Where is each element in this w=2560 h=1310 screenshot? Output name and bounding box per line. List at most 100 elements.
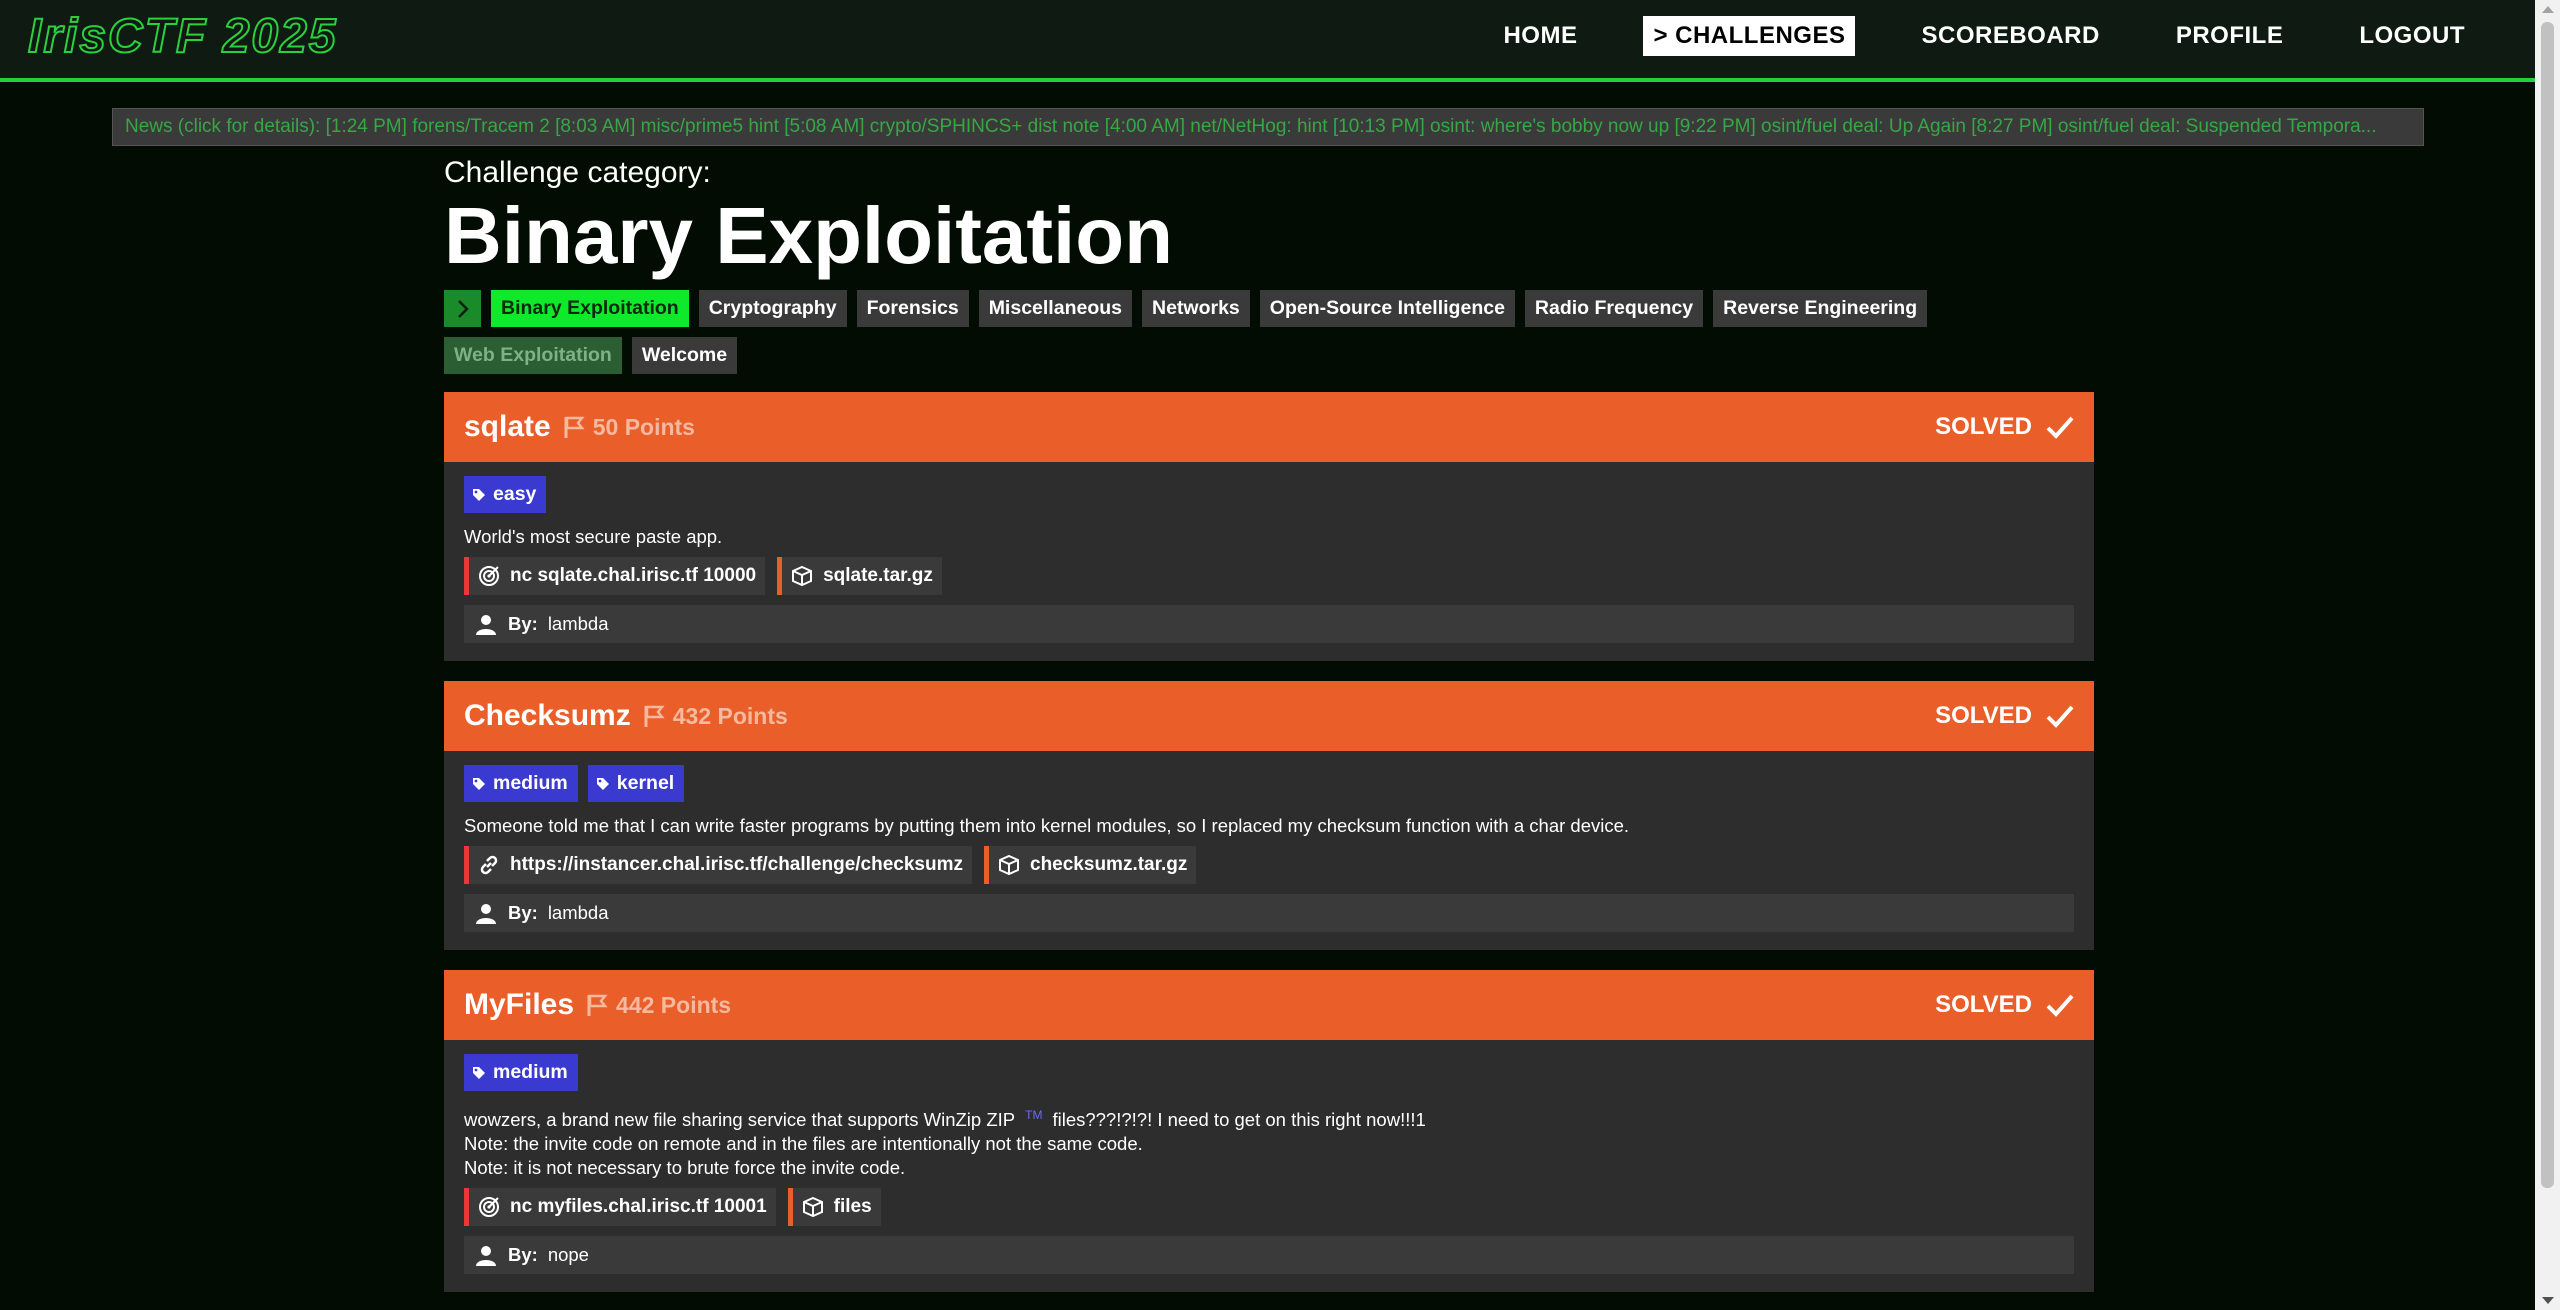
- user-icon: [476, 1246, 496, 1267]
- author-name: lambda: [547, 902, 609, 923]
- download-link[interactable]: sqlate.tar.gz: [777, 557, 942, 595]
- connection-text: nc sqlate.chal.irisc.tf 10000: [510, 565, 757, 586]
- connection-link[interactable]: nc sqlate.chal.irisc.tf 10000: [464, 557, 766, 595]
- checkmark-icon: [2046, 705, 2074, 728]
- challenge-card-sqlate: sqlate 50 Points SOLVED easy World's mos…: [444, 392, 2094, 661]
- connection-link[interactable]: nc myfiles.chal.irisc.tf 10001: [464, 1188, 776, 1227]
- nav-challenges[interactable]: > CHALLENGES: [1643, 16, 1856, 56]
- page-title: Binary Exploitation: [444, 191, 1173, 280]
- nav-profile[interactable]: PROFILE: [2166, 16, 2294, 56]
- solved-status: SOLVED: [1935, 413, 2074, 441]
- note-brute-force: Note: it is not necessary to brute force…: [464, 1157, 906, 1179]
- tag-badge: easy: [464, 476, 547, 513]
- instancer-link[interactable]: https://instancer.chal.irisc.tf/challeng…: [464, 846, 972, 884]
- package-icon: [802, 1197, 823, 1218]
- category-cryptography[interactable]: Cryptography: [698, 290, 847, 327]
- challenge-name: MyFiles: [464, 988, 575, 1021]
- author-row: By: lambda: [464, 605, 2074, 643]
- site-logo[interactable]: IrisCTF 2025: [26, 8, 426, 60]
- category-radio-frequency[interactable]: Radio Frequency: [1524, 290, 1704, 327]
- category-welcome[interactable]: Welcome: [631, 337, 738, 374]
- category-miscellaneous[interactable]: Miscellaneous: [978, 290, 1132, 327]
- scroll-down-arrow-icon[interactable]: [2542, 1297, 2554, 1304]
- flag-icon: [643, 704, 665, 728]
- author-row: By: lambda: [464, 894, 2074, 932]
- checkmark-icon: [2046, 994, 2074, 1017]
- checkmark-icon: [2046, 416, 2074, 439]
- solved-status: SOLVED: [1935, 702, 2074, 730]
- tag-badge: medium: [464, 1054, 578, 1091]
- chevron-right-icon: [457, 299, 469, 318]
- challenge-points: 50 Points: [592, 413, 695, 440]
- category-forensics[interactable]: Forensics: [856, 290, 969, 327]
- description-text-cont: files???!?!?! I need to get on this righ…: [1052, 1109, 1426, 1131]
- category-nav: Binary Exploitation Cryptography Forensi…: [444, 290, 1944, 384]
- user-icon: [476, 904, 496, 924]
- challenge-points: 442 Points: [616, 991, 732, 1018]
- tag-icon: [473, 488, 485, 501]
- category-label: Challenge category:: [444, 156, 711, 189]
- solved-label: SOLVED: [1935, 702, 2032, 729]
- package-icon: [792, 565, 813, 587]
- category-collapse-button[interactable]: [444, 290, 481, 327]
- challenge-name: Checksumz: [464, 699, 631, 732]
- trademark-mark: TM: [1025, 1108, 1043, 1122]
- download-link[interactable]: checksumz.tar.gz: [984, 846, 1197, 884]
- tag-icon: [473, 777, 485, 790]
- download-link[interactable]: files: [787, 1188, 881, 1227]
- news-ticker[interactable]: News (click for details): [1:24 PM] fore…: [112, 108, 2424, 146]
- instancer-text: https://instancer.chal.irisc.tf/challeng…: [510, 854, 963, 875]
- category-networks[interactable]: Networks: [1142, 290, 1250, 327]
- author-label: By:: [508, 613, 538, 634]
- tag-label: medium: [493, 1061, 568, 1083]
- solved-status: SOLVED: [1935, 991, 2074, 1019]
- solved-label: SOLVED: [1935, 991, 2032, 1018]
- tag-label: easy: [493, 483, 537, 505]
- category-binary-exploitation[interactable]: Binary Exploitation: [491, 290, 689, 327]
- download-text: sqlate.tar.gz: [823, 565, 933, 586]
- download-text: files: [833, 1196, 872, 1218]
- nav-logout[interactable]: LOGOUT: [2349, 16, 2475, 56]
- description-text: wowzers, a brand new file sharing servic…: [464, 1109, 1016, 1131]
- main-content: Challenge category: Binary Exploitation …: [444, 156, 2094, 1310]
- download-text: checksumz.tar.gz: [1030, 854, 1188, 875]
- user-icon: [476, 615, 496, 635]
- tag-label: kernel: [616, 772, 675, 794]
- nav-home[interactable]: HOME: [1493, 16, 1587, 56]
- author-label: By:: [508, 1244, 538, 1266]
- challenge-description: World's most secure paste app.: [464, 526, 723, 547]
- connection-text: nc myfiles.chal.irisc.tf 10001: [510, 1196, 767, 1218]
- target-icon: [479, 566, 499, 586]
- category-web-exploitation[interactable]: Web Exploitation: [444, 337, 622, 374]
- scroll-thumb[interactable]: [2541, 22, 2554, 1188]
- author-name: lambda: [547, 613, 609, 634]
- challenge-name: sqlate: [464, 410, 551, 443]
- target-icon: [479, 1197, 499, 1218]
- tag-badge: kernel: [587, 765, 685, 802]
- challenge-card-checksumz: Checksumz 432 Points SOLVED medium kerne…: [444, 681, 2094, 950]
- flag-icon: [563, 415, 585, 439]
- challenge-description: Someone told me that I can write faster …: [464, 815, 1630, 836]
- solved-label: SOLVED: [1935, 413, 2032, 440]
- tag-icon: [596, 777, 609, 790]
- note-invite-code: Note: the invite code on remote and in t…: [464, 1133, 1143, 1155]
- category-osint[interactable]: Open-Source Intelligence: [1259, 290, 1515, 327]
- challenge-header[interactable]: MyFiles 442 Points SOLVED: [444, 970, 2094, 1040]
- tag-badge: medium: [464, 765, 578, 802]
- challenge-header[interactable]: sqlate 50 Points SOLVED: [444, 392, 2094, 462]
- package-icon: [999, 854, 1019, 876]
- author-row: By: nope: [464, 1236, 2074, 1275]
- author-name: nope: [547, 1244, 589, 1266]
- link-icon: [480, 855, 498, 875]
- svg-text:IrisCTF 2025: IrisCTF 2025: [28, 10, 337, 60]
- author-label: By:: [508, 902, 538, 923]
- challenge-card-myfiles: MyFiles 442 Points SOLVED medium wowzers…: [444, 970, 2094, 1293]
- challenge-header[interactable]: Checksumz 432 Points SOLVED: [444, 681, 2094, 751]
- page-scrollbar[interactable]: [2535, 0, 2560, 1310]
- tag-icon: [473, 1066, 485, 1079]
- scroll-up-arrow-icon[interactable]: [2542, 6, 2554, 13]
- nav-scoreboard[interactable]: SCOREBOARD: [1911, 16, 2109, 56]
- flag-icon: [586, 993, 608, 1017]
- challenge-points: 432 Points: [672, 702, 788, 729]
- category-reverse-engineering[interactable]: Reverse Engineering: [1713, 290, 1928, 327]
